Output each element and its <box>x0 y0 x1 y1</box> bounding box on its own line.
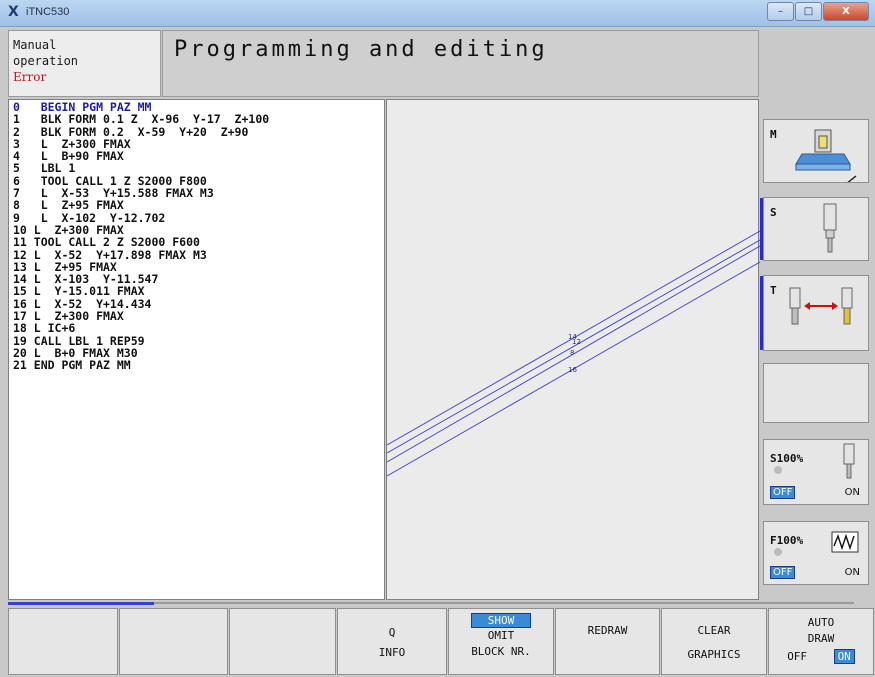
close-button[interactable]: X <box>823 2 869 21</box>
draw-label: DRAW <box>807 632 835 645</box>
show-toggle[interactable]: SHOW <box>470 613 532 628</box>
block-nr-label: BLOCK NR. <box>471 645 531 658</box>
window-controls: – □ X <box>766 2 869 21</box>
omit-label: OMIT <box>487 629 515 642</box>
auto-label: AUTO <box>807 616 835 629</box>
x-logo-icon: X <box>8 4 19 20</box>
tool-icon <box>823 203 837 253</box>
toolpath-line <box>387 239 760 454</box>
q-info-softkey[interactable]: Q INFO <box>337 608 447 675</box>
show-omit-block-nr-softkey[interactable]: SHOW OMIT BLOCK NR. <box>448 608 554 675</box>
feed-override-on-button[interactable]: ON <box>845 567 860 578</box>
empty-softkey[interactable] <box>763 363 869 423</box>
softkey-row-indicator <box>8 602 154 605</box>
program-listing[interactable]: 0 BEGIN PGM PAZ MM 1 BLK FORM 0.1 Z X-96 … <box>8 99 385 600</box>
minimize-button[interactable]: – <box>767 2 794 21</box>
program-line[interactable]: 12 L X-52 Y+17.898 FMAX M3 <box>13 248 384 261</box>
q-info-line1: Q <box>388 626 396 639</box>
q-info-line2: INFO <box>378 646 406 659</box>
program-line[interactable]: 1 BLK FORM 0.1 Z X-96 Y-17 Z+100 <box>13 113 384 126</box>
title-bar: X iTNC530 – □ X <box>0 0 875 27</box>
program-line[interactable]: 15 L Y-15.011 FMAX <box>13 285 384 298</box>
redraw-softkey[interactable]: REDRAW <box>555 608 660 675</box>
program-line[interactable]: 18 L IC+6 <box>13 322 384 335</box>
program-line[interactable]: 11 TOOL CALL 2 Z S2000 F600 <box>13 236 384 249</box>
spindle-override-off-button[interactable]: OFF <box>770 486 796 499</box>
block-number-label: 12 <box>572 338 581 346</box>
machine-mode-panel: Manual operation Error <box>8 30 161 97</box>
spindle-softkey[interactable]: S <box>760 197 869 261</box>
page-title: Programming and editing <box>174 37 548 62</box>
softkey-empty-3[interactable] <box>229 608 336 675</box>
tnc-window: X iTNC530 – □ X Manual operation Error P… <box>0 0 875 677</box>
horizontal-softkey-bar: Q INFO SHOW OMIT BLOCK NR. REDRAW CLEAR … <box>8 601 875 677</box>
selection-marker <box>760 198 763 260</box>
softkey-row-track <box>154 602 854 604</box>
mode-label-line1: Manual <box>13 38 57 52</box>
feed-override-off-button[interactable]: OFF <box>770 566 796 579</box>
block-number-label: 8 <box>570 349 575 357</box>
window-title: iTNC530 <box>26 6 70 18</box>
auto-draw-on[interactable]: ON <box>833 649 855 664</box>
header-right-area <box>760 30 871 97</box>
vertical-softkey-bar: M S T S100% OFF ON F100% OFF ON <box>760 99 871 605</box>
program-line[interactable]: 5 LBL 1 <box>13 162 384 175</box>
maximize-button[interactable]: □ <box>795 2 822 21</box>
selection-marker <box>760 276 763 350</box>
tool-change-icon <box>789 287 853 325</box>
softkey-empty-1[interactable] <box>8 608 118 675</box>
mode-status: Error <box>13 70 47 84</box>
spindle-override-on-button[interactable]: ON <box>845 487 860 498</box>
clear-label: CLEAR <box>697 624 731 637</box>
feed-override-softkey[interactable]: F100% OFF ON <box>763 521 869 585</box>
program-line[interactable]: 21 END PGM PAZ MM <box>13 359 384 372</box>
clear-graphics-softkey[interactable]: CLEAR GRAPHICS <box>661 608 767 675</box>
graphics-label: GRAPHICS <box>687 648 741 661</box>
tool-softkey[interactable]: T <box>760 275 869 351</box>
machine-table-icon <box>795 129 857 182</box>
auto-draw-softkey[interactable]: AUTO DRAW OFF ON <box>768 608 874 675</box>
programming-mode-panel: Programming and editing <box>162 30 759 97</box>
redraw-label: REDRAW <box>587 624 628 637</box>
m-function-softkey[interactable]: M <box>763 119 869 183</box>
softkey-empty-2[interactable] <box>119 608 228 675</box>
block-number-label: 16 <box>568 366 577 374</box>
graphics-window[interactable]: 14 12 8 16 <box>386 99 760 600</box>
mode-label-line2: operation <box>13 54 79 68</box>
auto-draw-off[interactable]: OFF <box>787 650 807 663</box>
spindle-override-softkey[interactable]: S100% OFF ON <box>763 439 869 505</box>
program-line[interactable]: 8 L Z+95 FMAX <box>13 199 384 212</box>
